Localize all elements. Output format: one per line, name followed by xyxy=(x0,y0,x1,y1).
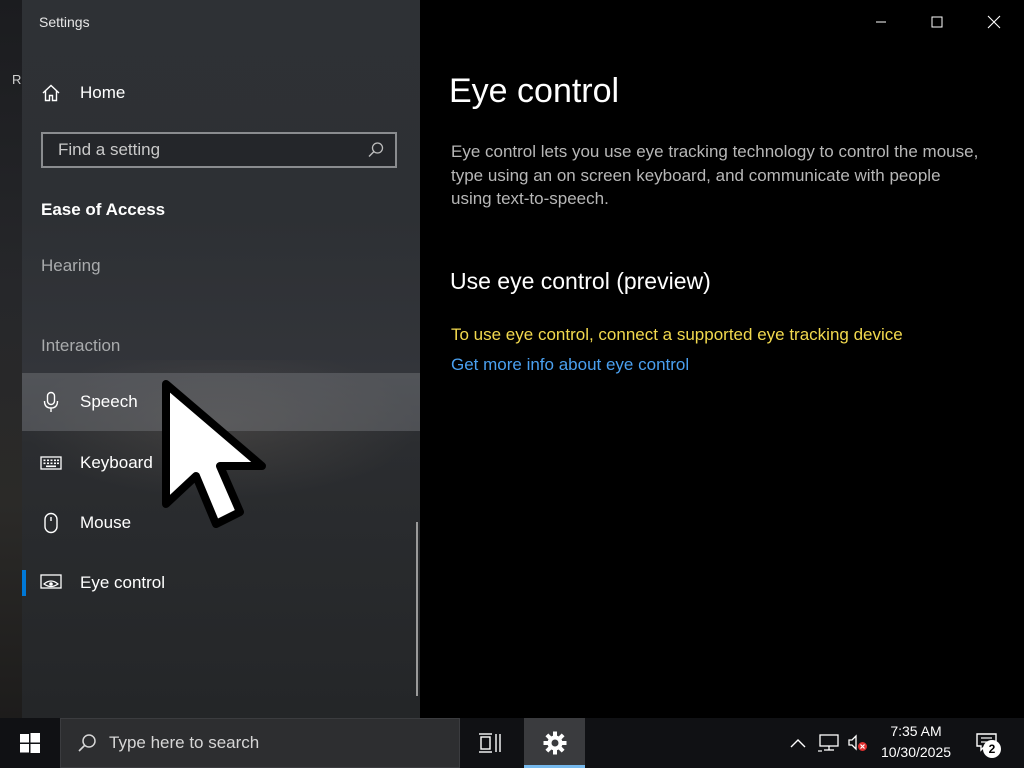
taskbar: Type here to search 7:35 AM 10/30/2025 xyxy=(0,718,1024,768)
nav-item-eye-control[interactable]: Eye control xyxy=(22,554,420,612)
nav-item-speech-label: Speech xyxy=(80,392,138,411)
clock-time: 7:35 AM xyxy=(890,723,942,739)
nav-home-label: Home xyxy=(80,83,126,102)
system-clock[interactable]: 7:35 AM 10/30/2025 xyxy=(873,721,959,763)
nav-item-mouse-label: Mouse xyxy=(80,513,132,532)
task-view-icon xyxy=(479,733,501,753)
close-button[interactable] xyxy=(966,0,1022,44)
notification-count-badge: 2 xyxy=(983,740,1001,758)
search-icon[interactable] xyxy=(367,141,385,159)
microphone-icon xyxy=(40,391,62,413)
maximize-button[interactable] xyxy=(909,0,965,44)
desktop-edge-text: R xyxy=(12,72,22,87)
desktop-background: R xyxy=(0,0,22,718)
nav-scrollbar[interactable] xyxy=(416,522,418,696)
eye-control-info-link[interactable]: Get more info about eye control xyxy=(451,355,689,375)
find-setting-input[interactable] xyxy=(56,139,350,161)
nav-home[interactable]: Home xyxy=(22,64,420,122)
group-header-hearing: Hearing xyxy=(41,256,101,275)
find-setting-search[interactable] xyxy=(41,132,397,168)
volume-button[interactable] xyxy=(845,718,871,768)
settings-taskbar-app[interactable] xyxy=(524,718,585,768)
show-hidden-icons-button[interactable] xyxy=(786,718,810,768)
maximize-icon xyxy=(931,16,943,28)
eye-icon xyxy=(40,572,62,594)
start-button[interactable] xyxy=(0,718,60,768)
nav-item-eye-control-label: Eye control xyxy=(80,573,166,592)
windows-logo-icon xyxy=(20,733,40,753)
minimize-button[interactable] xyxy=(853,0,909,44)
taskbar-search-placeholder: Type here to search xyxy=(109,733,260,752)
speaker-muted-icon xyxy=(848,734,867,751)
clock-date: 10/30/2025 xyxy=(880,744,952,760)
mouse-icon xyxy=(40,512,62,534)
network-button[interactable] xyxy=(815,718,843,768)
device-warning: To use eye control, connect a supported … xyxy=(451,325,903,344)
close-icon xyxy=(987,15,1001,29)
section-title: Ease of Access xyxy=(41,200,166,219)
keyboard-icon xyxy=(40,452,62,474)
taskbar-search-box[interactable]: Type here to search xyxy=(60,718,460,768)
mouse-cursor-icon xyxy=(162,380,266,528)
search-icon xyxy=(77,733,97,753)
section-subtitle: Use eye control (preview) xyxy=(450,268,711,294)
home-icon xyxy=(40,82,62,104)
page-description: Eye control lets you use eye tracking te… xyxy=(451,142,979,208)
gear-icon xyxy=(543,731,566,755)
content-pane: Eye control Eye control lets you use eye… xyxy=(420,0,1024,718)
settings-nav-pane: Settings Home Ease of Access Hearing Int… xyxy=(22,0,420,718)
chevron-up-icon xyxy=(790,739,806,748)
task-view-button[interactable] xyxy=(465,718,515,768)
minimize-icon xyxy=(876,21,886,23)
nav-item-keyboard-label: Keyboard xyxy=(80,453,153,472)
group-header-interaction: Interaction xyxy=(41,336,121,355)
page-title: Eye control xyxy=(449,72,620,110)
network-icon xyxy=(818,734,839,752)
selection-indicator xyxy=(22,570,26,596)
app-title: Settings xyxy=(39,14,90,30)
